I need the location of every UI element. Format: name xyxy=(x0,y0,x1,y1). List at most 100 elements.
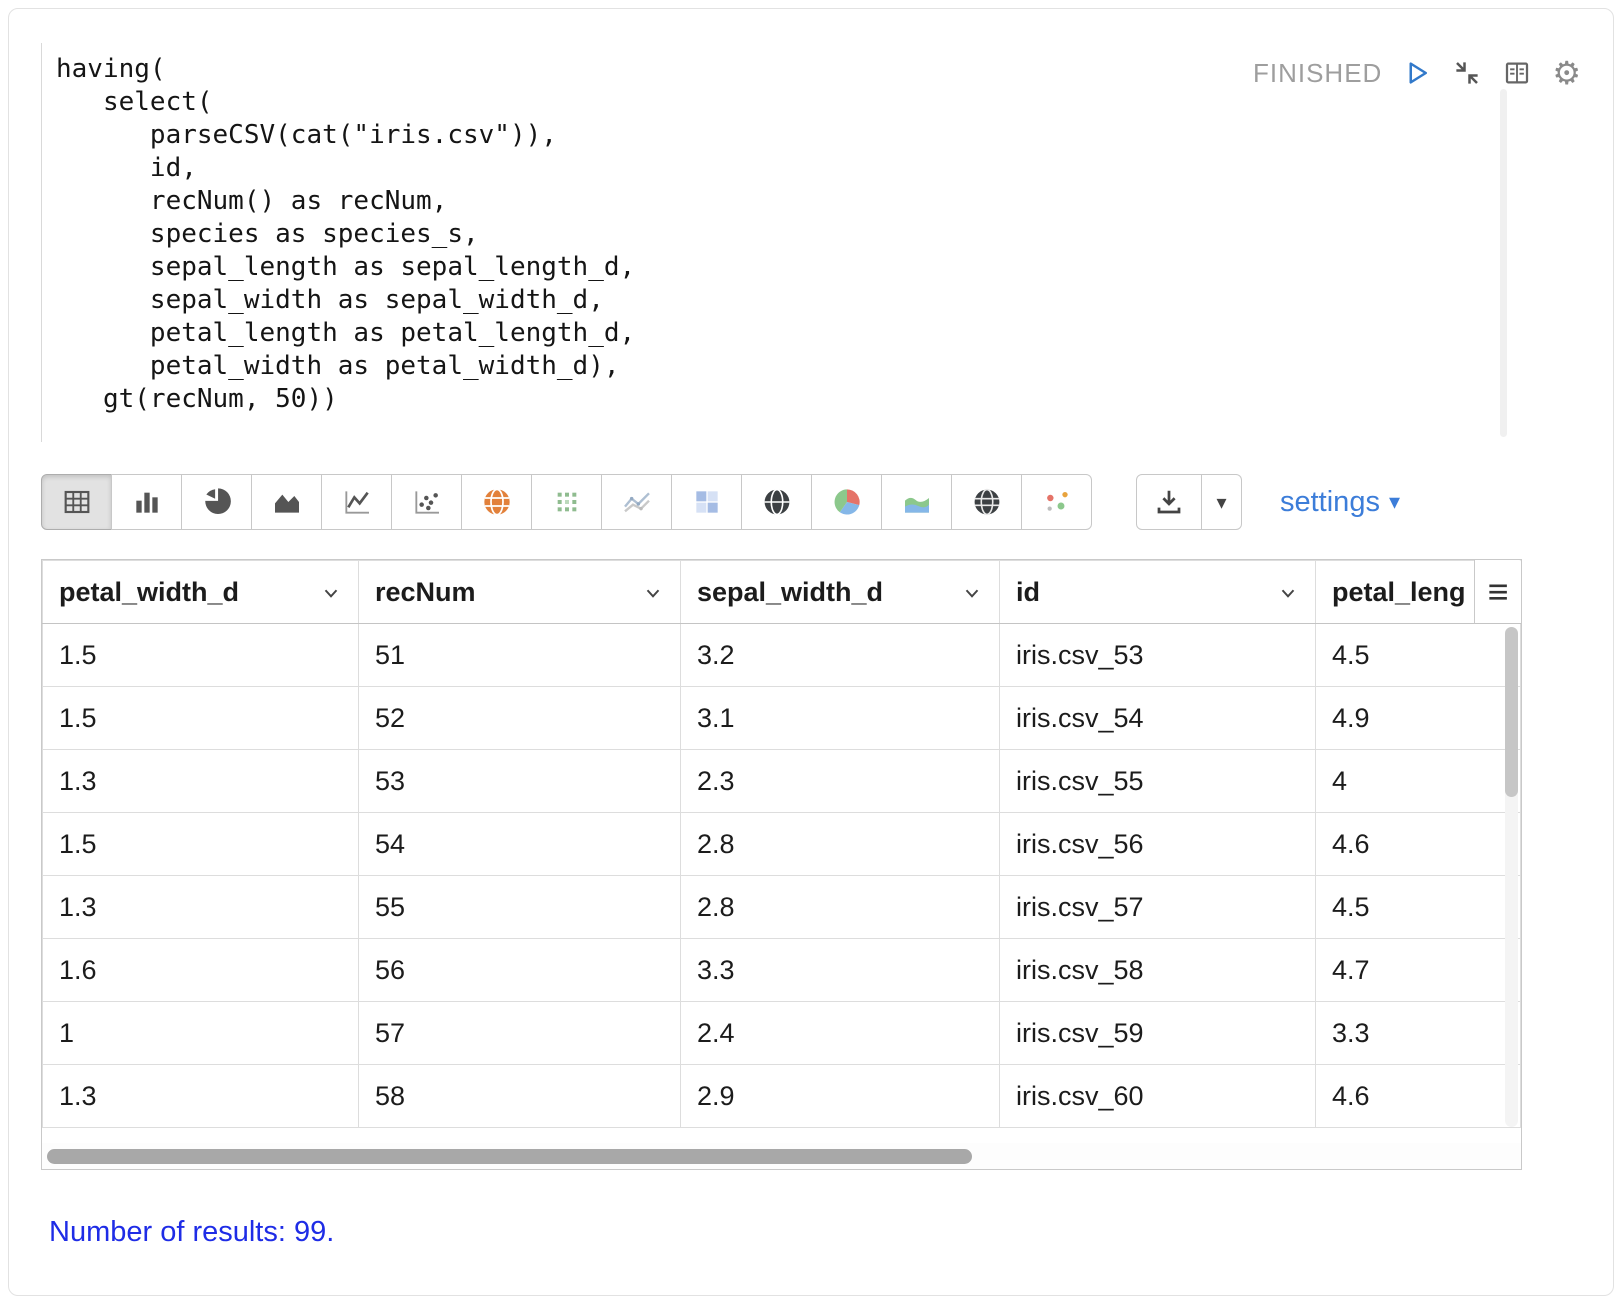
table-cell: 4.6 xyxy=(1316,813,1521,876)
table-cell: 4.9 xyxy=(1316,687,1521,750)
table-cell: iris.csv_58 xyxy=(1000,939,1316,1002)
table-cell: 52 xyxy=(359,687,681,750)
table-cell: 4.7 xyxy=(1316,939,1521,1002)
globe-2-icon xyxy=(971,486,1003,518)
column-header-sepal_width_d[interactable]: sepal_width_d xyxy=(681,561,1000,624)
result-table: petal_width_d recNum sepal_width_d id petal_… xyxy=(41,559,1522,1170)
line-chart-icon xyxy=(341,486,373,518)
table-cell: iris.csv_57 xyxy=(1000,876,1316,939)
partial-next-row xyxy=(42,1128,1521,1143)
table-cell: 1.6 xyxy=(43,939,359,1002)
table-cell: iris.csv_55 xyxy=(1000,750,1316,813)
column-label: petal_leng xyxy=(1332,577,1466,607)
line-chart-button[interactable] xyxy=(321,474,392,530)
play-icon[interactable] xyxy=(1402,58,1432,88)
table-cell: 1.5 xyxy=(43,687,359,750)
chevron-down-icon[interactable] xyxy=(320,582,342,604)
caret-down-icon: ▾ xyxy=(1216,490,1226,515)
table-cell: 3.2 xyxy=(681,624,1000,687)
table-cell: 3.3 xyxy=(681,939,1000,1002)
table-header-row: petal_width_d recNum sepal_width_d id petal_… xyxy=(43,561,1521,624)
stream-area-icon xyxy=(901,486,933,518)
table-cell: 1.3 xyxy=(43,750,359,813)
table-cell: 1.5 xyxy=(43,813,359,876)
vertical-scrollbar-thumb[interactable] xyxy=(1505,627,1518,797)
globe-button[interactable] xyxy=(741,474,812,530)
stream-area-button[interactable] xyxy=(881,474,952,530)
table-cell: 1 xyxy=(43,1002,359,1065)
horizontal-scrollbar-thumb[interactable] xyxy=(47,1149,972,1164)
globe-2-button[interactable] xyxy=(951,474,1022,530)
table-cell: 3.3 xyxy=(1316,1002,1521,1065)
bubble-colored-button[interactable] xyxy=(1021,474,1092,530)
column-label: id xyxy=(1016,577,1040,607)
column-label: sepal_width_d xyxy=(697,577,883,607)
editor-scrollbar[interactable] xyxy=(1500,89,1507,437)
area-chart-button[interactable] xyxy=(251,474,322,530)
table-cell: 58 xyxy=(359,1065,681,1128)
table-row: 1.5513.2iris.csv_534.5 xyxy=(43,624,1521,687)
multi-line-icon xyxy=(621,486,653,518)
area-chart-icon xyxy=(271,486,303,518)
caret-down-icon: ▾ xyxy=(1389,489,1400,515)
download-icon xyxy=(1154,487,1184,517)
table-cell: 2.3 xyxy=(681,750,1000,813)
pie-colored-icon xyxy=(831,486,863,518)
hamburger-icon: ≡ xyxy=(1487,574,1508,610)
table-cell: iris.csv_59 xyxy=(1000,1002,1316,1065)
scatter-chart-button[interactable] xyxy=(391,474,462,530)
table-cell: 1.3 xyxy=(43,876,359,939)
notebook-paragraph: having( select( parseCSV(cat("iris.csv")… xyxy=(8,8,1614,1296)
table-cell: 4.5 xyxy=(1316,624,1521,687)
table-cell: 2.9 xyxy=(681,1065,1000,1128)
column-header-recNum[interactable]: recNum xyxy=(359,561,681,624)
book-icon[interactable] xyxy=(1502,58,1532,88)
code-editor[interactable]: having( select( parseCSV(cat("iris.csv")… xyxy=(41,43,1501,442)
table-row: 1.6563.3iris.csv_584.7 xyxy=(43,939,1521,1002)
table-cell: 53 xyxy=(359,750,681,813)
scatter-chart-icon xyxy=(411,486,443,518)
pie-colored-button[interactable] xyxy=(811,474,882,530)
pivot-grid-button[interactable] xyxy=(671,474,742,530)
multi-line-button[interactable] xyxy=(601,474,672,530)
globe-icon xyxy=(761,486,793,518)
download-split-button: ▾ xyxy=(1136,474,1242,530)
table-cell: iris.csv_60 xyxy=(1000,1065,1316,1128)
table-cell: 54 xyxy=(359,813,681,876)
table-body: 1.5513.2iris.csv_534.51.5523.1iris.csv_5… xyxy=(43,624,1521,1128)
collapse-icon[interactable] xyxy=(1452,58,1482,88)
download-caret-button[interactable]: ▾ xyxy=(1202,474,1242,530)
horizontal-scrollbar[interactable] xyxy=(42,1143,1521,1169)
bar-chart-button[interactable] xyxy=(111,474,182,530)
results-count: Number of results: 99. xyxy=(49,1216,1581,1289)
chevron-down-icon[interactable] xyxy=(961,582,983,604)
table-cell: 2.8 xyxy=(681,876,1000,939)
table-row: 1.5523.1iris.csv_544.9 xyxy=(43,687,1521,750)
table-cell: 57 xyxy=(359,1002,681,1065)
table-row: 1.3582.9iris.csv_604.6 xyxy=(43,1065,1521,1128)
column-header-id[interactable]: id xyxy=(1000,561,1316,624)
dot-grid-button[interactable] xyxy=(531,474,602,530)
column-menu-button[interactable]: ≡ xyxy=(1474,560,1521,624)
table-chart-button[interactable] xyxy=(41,474,112,530)
chevron-down-icon[interactable] xyxy=(1277,582,1299,604)
column-label: petal_width_d xyxy=(59,577,239,607)
status-badge: FINISHED xyxy=(1253,58,1382,89)
map-orange-button[interactable] xyxy=(461,474,532,530)
vertical-scrollbar[interactable] xyxy=(1505,627,1518,1127)
gear-icon[interactable]: ⚙ xyxy=(1552,57,1581,89)
table-cell: iris.csv_53 xyxy=(1000,624,1316,687)
download-button[interactable] xyxy=(1136,474,1202,530)
pie-chart-button[interactable] xyxy=(181,474,252,530)
chevron-down-icon[interactable] xyxy=(642,582,664,604)
settings-dropdown[interactable]: settings ▾ xyxy=(1280,486,1400,519)
table-row: 1.3552.8iris.csv_574.5 xyxy=(43,876,1521,939)
pie-chart-icon xyxy=(201,486,233,518)
column-label: recNum xyxy=(375,577,476,607)
column-header-petal_width_d[interactable]: petal_width_d xyxy=(43,561,359,624)
table-cell: 4.6 xyxy=(1316,1065,1521,1128)
table-cell: 2.8 xyxy=(681,813,1000,876)
code-editor-section: having( select( parseCSV(cat("iris.csv")… xyxy=(41,43,1581,451)
table-cell: iris.csv_54 xyxy=(1000,687,1316,750)
chart-type-group xyxy=(41,474,1092,530)
